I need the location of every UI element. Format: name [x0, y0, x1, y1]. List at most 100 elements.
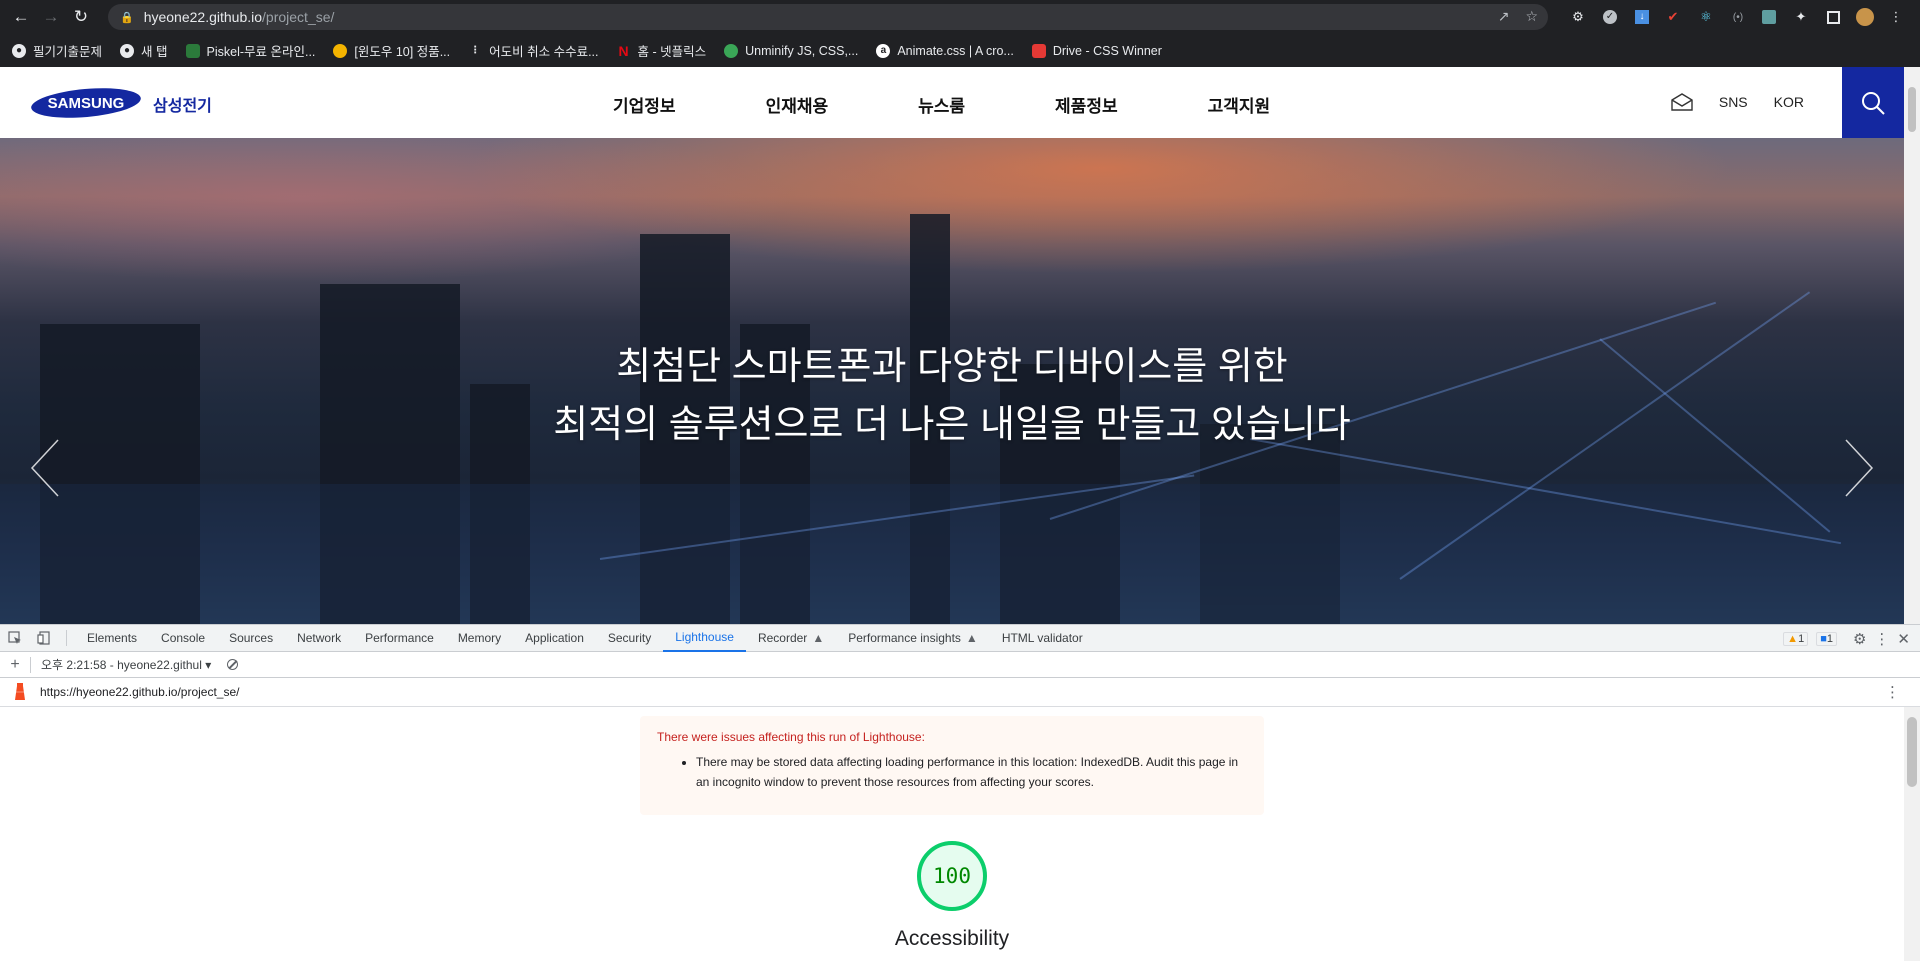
site-header: SAMSUNG 삼성전기 기업정보 인재채용 뉴스룸 제품정보 고객지원 SNS…: [0, 67, 1904, 138]
side-panel-icon[interactable]: [1824, 8, 1842, 26]
score-category-label: Accessibility: [894, 927, 1010, 950]
score-value: 100: [933, 864, 971, 888]
nav-support[interactable]: 고객지원: [1208, 92, 1271, 117]
tab-console[interactable]: Console: [149, 625, 217, 652]
hero-banner: 최첨단 스마트폰과 다양한 디바이스를 위한 최적의 솔루션으로 더 나은 내일…: [0, 138, 1904, 624]
browser-toolbar: ← → ↻ 🔒 hyeone22.github.io/project_se/ ↗…: [0, 0, 1920, 34]
nav-products[interactable]: 제품정보: [1055, 92, 1118, 117]
page-scrollbar[interactable]: [1904, 67, 1920, 624]
address-bar[interactable]: 🔒 hyeone22.github.io/project_se/ ↗ ☆: [108, 4, 1548, 30]
forward-button[interactable]: →: [36, 0, 66, 34]
tab-performance-insights[interactable]: Performance insights ▲: [836, 625, 990, 652]
dots-icon: ⋮: [470, 45, 481, 56]
sns-link[interactable]: SNS: [1719, 94, 1748, 110]
hero-headline: 최첨단 스마트폰과 다양한 디바이스를 위한 최적의 솔루션으로 더 나은 내일…: [0, 338, 1904, 454]
hero-line-1: 최첨단 스마트폰과 다양한 디바이스를 위한: [616, 346, 1288, 388]
hero-line-2: 최적의 솔루션으로 더 나은 내일을 만들고 있습니다: [553, 404, 1351, 446]
scrollbar-thumb[interactable]: [1907, 717, 1917, 787]
reload-button[interactable]: ↻: [66, 0, 96, 34]
next-slide-arrow-icon[interactable]: [1842, 438, 1876, 498]
bookmark-item[interactable]: [윈도우 10] 정품...: [333, 41, 450, 60]
extension-code-icon[interactable]: (•): [1729, 8, 1747, 26]
bookmark-item[interactable]: Piskel-무료 온라인...: [185, 41, 315, 60]
devtools-menu-icon[interactable]: ⋮: [1874, 630, 1889, 648]
toolbar-divider: [66, 630, 67, 646]
devtools-scrollbar[interactable]: [1904, 707, 1920, 961]
profile-avatar[interactable]: [1856, 8, 1874, 26]
language-selector[interactable]: KOR: [1774, 94, 1804, 110]
bookmark-item[interactable]: a Animate.css | A cro...: [876, 43, 1014, 58]
tab-html-validator[interactable]: HTML validator: [990, 625, 1095, 652]
report-url[interactable]: https://hyeone22.github.io/project_se/: [40, 685, 239, 699]
experiment-flask-icon: ▲: [965, 631, 978, 645]
new-report-plus-icon[interactable]: +: [0, 656, 30, 674]
bookmark-item[interactable]: Drive - CSS Winner: [1031, 43, 1162, 58]
message-icon: ■: [1820, 632, 1827, 645]
bookmark-item[interactable]: ● 새 탭: [120, 41, 168, 60]
tab-application[interactable]: Application: [513, 625, 596, 652]
extension-color-icon[interactable]: ✔: [1664, 8, 1682, 26]
lighthouse-logo-icon: [0, 683, 40, 701]
bookmark-item[interactable]: ⋮ 어도비 취소 수수료...: [468, 41, 598, 60]
extension-gear-icon[interactable]: ⚙: [1569, 8, 1587, 26]
website-viewport: SAMSUNG 삼성전기 기업정보 인재채용 뉴스룸 제품정보 고객지원 SNS…: [0, 67, 1904, 624]
report-url-bar: https://hyeone22.github.io/project_se/ ⋮: [0, 678, 1920, 707]
tab-performance[interactable]: Performance: [353, 625, 446, 652]
close-devtools-icon[interactable]: ✕: [1897, 630, 1910, 648]
globe-icon: ●: [120, 43, 135, 58]
settings-gear-icon[interactable]: ⚙: [1853, 630, 1866, 648]
bookmark-star-icon[interactable]: ☆: [1525, 8, 1538, 25]
tab-recorder[interactable]: Recorder ▲: [746, 625, 836, 652]
tab-security[interactable]: Security: [596, 625, 663, 652]
tab-memory[interactable]: Memory: [446, 625, 513, 652]
netflix-icon: N: [618, 42, 629, 59]
chevron-down-icon: ▾: [205, 658, 212, 672]
tab-lighthouse[interactable]: Lighthouse: [663, 625, 746, 652]
samsung-logo[interactable]: SAMSUNG: [30, 87, 142, 119]
devtools-tab-bar: Elements Console Sources Network Perform…: [0, 625, 1920, 652]
extension-check-icon[interactable]: ✓: [1601, 8, 1619, 26]
scrollbar-thumb[interactable]: [1908, 87, 1916, 132]
bookmark-item[interactable]: Unminify JS, CSS,...: [724, 43, 858, 58]
bookmark-item[interactable]: N홈 - 넷플릭스: [617, 41, 706, 60]
nav-company-info[interactable]: 기업정보: [613, 92, 676, 117]
extension-react-icon[interactable]: ⚛: [1697, 8, 1715, 26]
chrome-menu-icon[interactable]: ⋮: [1887, 8, 1905, 26]
toolbar-divider: [30, 656, 31, 673]
extensions-puzzle-icon[interactable]: ✦: [1792, 8, 1810, 26]
clear-reports-icon[interactable]: [227, 659, 239, 670]
site-search-button[interactable]: [1842, 67, 1904, 138]
tab-network[interactable]: Network: [285, 625, 353, 652]
bookmark-item[interactable]: ● 필기기출문제: [12, 41, 102, 60]
url-path: /project_se/: [262, 9, 335, 25]
warning-item: There may be stored data affecting loadi…: [696, 752, 1247, 792]
logo-text: SAMSUNG: [48, 95, 125, 112]
report-selector[interactable]: 오후 2:21:58 - hyeone22.githul ▾: [41, 656, 211, 673]
tab-sources[interactable]: Sources: [217, 625, 285, 652]
lock-icon: 🔒: [120, 11, 134, 24]
url-host: hyeone22.github.io: [143, 9, 263, 25]
prev-slide-arrow-icon[interactable]: [28, 438, 62, 498]
warning-list: There may be stored data affecting loadi…: [657, 752, 1247, 792]
device-toolbar-icon[interactable]: [30, 631, 58, 645]
nav-careers[interactable]: 인재채용: [766, 92, 829, 117]
warning-title: There were issues affecting this run of …: [657, 730, 925, 744]
extension-img-icon[interactable]: [1760, 8, 1778, 26]
report-menu-icon[interactable]: ⋮: [1885, 683, 1900, 701]
csswinner-icon: [1031, 43, 1046, 58]
main-nav: 기업정보 인재채용 뉴스룸 제품정보 고객지원: [613, 92, 1360, 117]
message-counter[interactable]: ■1: [1816, 631, 1837, 646]
globe-icon: ●: [12, 43, 26, 58]
nav-newsroom[interactable]: 뉴스룸: [918, 92, 965, 117]
share-icon[interactable]: ↗: [1498, 8, 1510, 25]
warning-counter[interactable]: ▲1: [1783, 631, 1809, 646]
search-icon: [1862, 91, 1885, 115]
lighthouse-warning-box: There were issues affecting this run of …: [640, 716, 1264, 815]
back-button[interactable]: ←: [6, 0, 36, 34]
tab-elements[interactable]: Elements: [75, 625, 149, 652]
inspect-element-icon[interactable]: [0, 631, 30, 645]
extension-download-icon[interactable]: ↓: [1633, 8, 1651, 26]
mail-icon[interactable]: [1671, 93, 1693, 111]
experiment-flask-icon: ▲: [812, 631, 825, 645]
bookmarks-bar: ● 필기기출문제 ● 새 탭 Piskel-무료 온라인... [윈도우 10] 정…: [0, 34, 1920, 67]
